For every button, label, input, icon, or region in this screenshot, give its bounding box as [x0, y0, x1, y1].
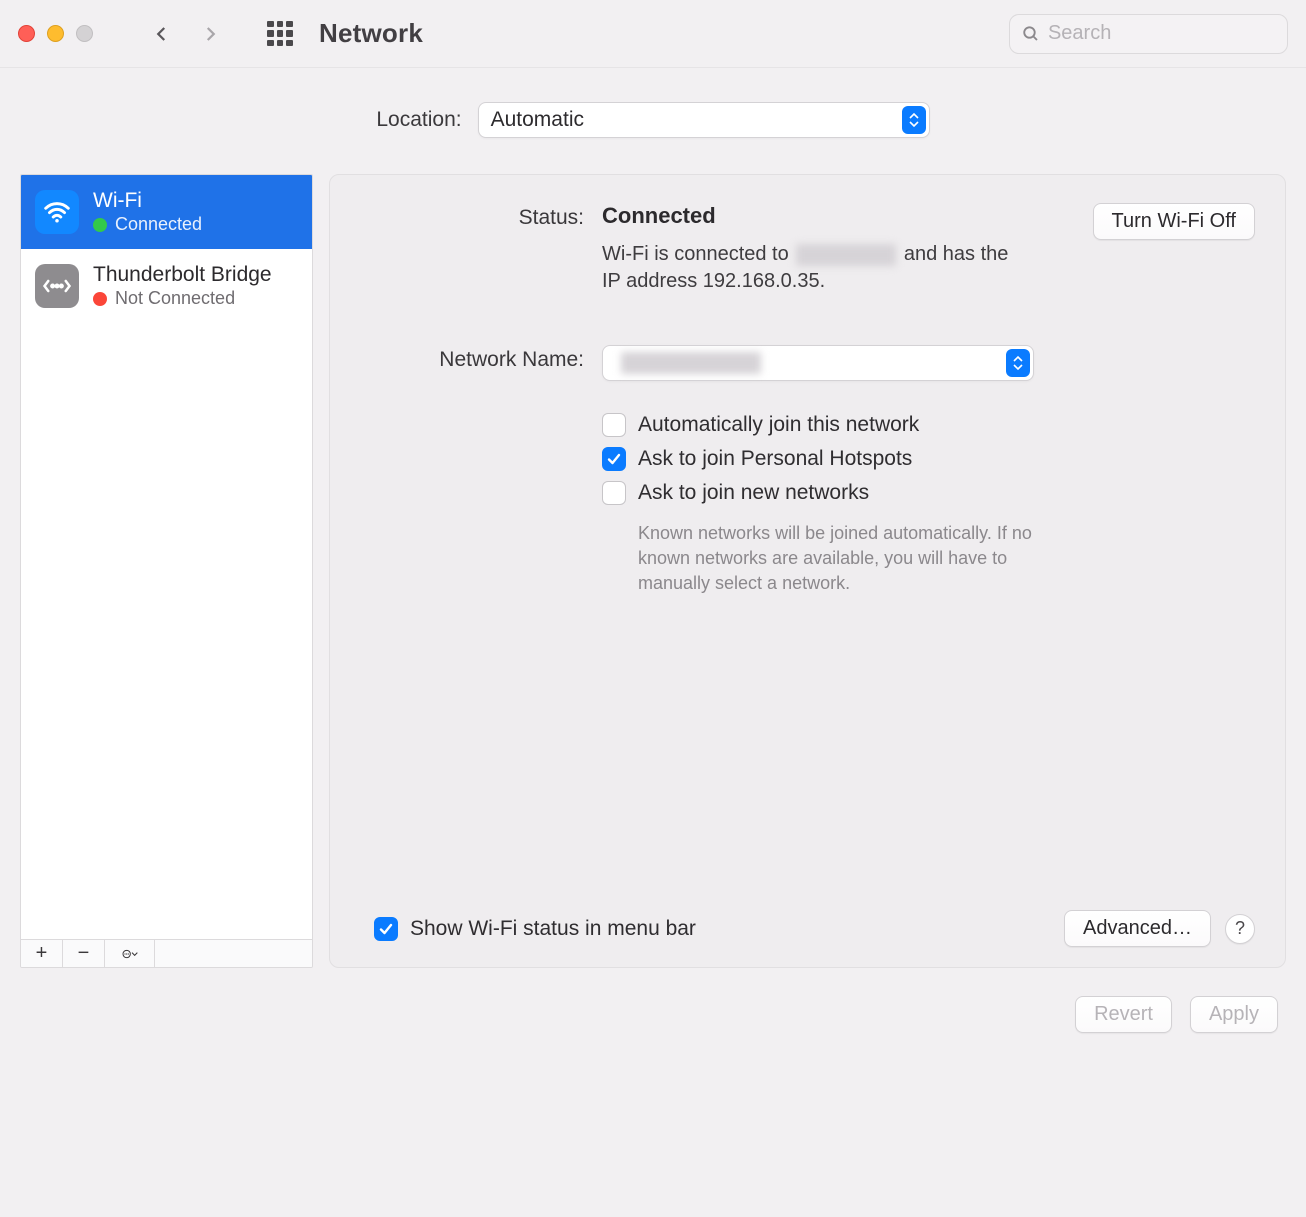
search-input[interactable] [1048, 22, 1275, 45]
service-sidebar: Wi-Fi Connected Thunderbolt Bridge Not C… [20, 174, 313, 968]
ask-new-help: Known networks will be joined automatica… [638, 521, 1058, 597]
status-label: Status: [360, 203, 584, 295]
back-icon[interactable] [153, 25, 171, 43]
service-item-thunderbolt[interactable]: Thunderbolt Bridge Not Connected [21, 249, 312, 323]
service-status: Connected [115, 214, 202, 235]
status-dot-icon [93, 292, 107, 306]
status-dot-icon [93, 218, 107, 232]
thunderbolt-icon [35, 264, 79, 308]
page-title: Network [319, 18, 423, 49]
search-field[interactable] [1009, 14, 1288, 54]
location-label: Location: [376, 108, 461, 132]
minimize-window[interactable] [47, 25, 64, 42]
ask-new-label: Ask to join new networks [638, 481, 869, 505]
sidebar-footer: + − [21, 939, 312, 967]
wifi-icon [35, 190, 79, 234]
service-name: Wi-Fi [93, 189, 202, 212]
forward-icon [201, 25, 219, 43]
more-actions-button[interactable] [105, 940, 155, 967]
search-icon [1022, 24, 1040, 44]
advanced-button[interactable]: Advanced… [1064, 910, 1211, 947]
location-select[interactable]: Automatic [478, 102, 930, 138]
service-item-wifi[interactable]: Wi-Fi Connected [21, 175, 312, 249]
window-toolbar: Network [0, 0, 1306, 68]
add-service-button[interactable]: + [21, 940, 63, 967]
ask-new-row[interactable]: Ask to join new networks [602, 481, 1255, 505]
network-name-row: Network Name: Automatically join this ne… [360, 345, 1255, 597]
detail-pane: Status: Connected Wi-Fi is connected to … [329, 174, 1286, 968]
network-name-select[interactable] [602, 345, 1034, 381]
close-window[interactable] [18, 25, 35, 42]
location-value: Automatic [491, 108, 584, 132]
service-name: Thunderbolt Bridge [93, 263, 272, 286]
redacted-network-name [621, 352, 761, 374]
help-button[interactable]: ? [1225, 914, 1255, 944]
remove-service-button[interactable]: − [63, 940, 105, 967]
status-value: Connected [602, 203, 1022, 229]
checkmark-icon [606, 451, 622, 467]
more-icon [122, 946, 138, 962]
service-status: Not Connected [115, 288, 235, 309]
show-menubar-row[interactable]: Show Wi-Fi status in menu bar [374, 917, 1050, 941]
show-all-icon[interactable] [267, 21, 293, 47]
checkbox-ask-new[interactable] [602, 481, 626, 505]
footer-buttons: Revert Apply [0, 968, 1306, 1033]
select-stepper-icon [902, 106, 926, 134]
ask-hotspots-label: Ask to join Personal Hotspots [638, 447, 912, 471]
nav-arrows [153, 25, 219, 43]
auto-join-label: Automatically join this network [638, 413, 919, 437]
service-list: Wi-Fi Connected Thunderbolt Bridge Not C… [21, 175, 312, 939]
status-description: Wi-Fi is connected to and has the IP add… [602, 241, 1022, 295]
location-row: Location: Automatic [0, 68, 1306, 174]
apply-button[interactable]: Apply [1190, 996, 1278, 1033]
status-row: Status: Connected Wi-Fi is connected to … [360, 203, 1255, 295]
turn-wifi-off-button[interactable]: Turn Wi-Fi Off [1093, 203, 1255, 240]
select-stepper-icon [1006, 349, 1030, 377]
checkbox-ask-hotspots[interactable] [602, 447, 626, 471]
show-menubar-label: Show Wi-Fi status in menu bar [410, 917, 696, 941]
checkmark-icon [378, 921, 394, 937]
detail-bottom-row: Show Wi-Fi status in menu bar Advanced… … [360, 910, 1255, 947]
ask-hotspots-row[interactable]: Ask to join Personal Hotspots [602, 447, 1255, 471]
zoom-window [76, 25, 93, 42]
checkbox-show-menubar[interactable] [374, 917, 398, 941]
checkbox-auto-join[interactable] [602, 413, 626, 437]
redacted-ssid [796, 244, 896, 266]
window-controls [18, 25, 93, 42]
auto-join-row[interactable]: Automatically join this network [602, 413, 1255, 437]
network-name-label: Network Name: [360, 345, 584, 597]
revert-button[interactable]: Revert [1075, 996, 1172, 1033]
